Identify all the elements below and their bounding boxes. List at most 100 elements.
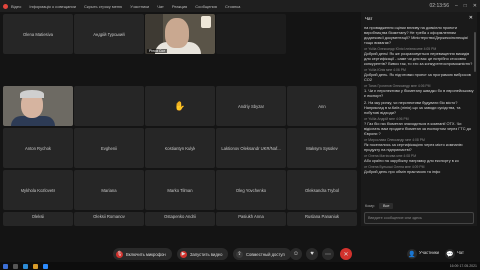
recipient-select[interactable]: Все [378, 203, 394, 209]
participant-name: Pasiukh Anna [238, 214, 264, 219]
participant-name: Maksym Sysolev [306, 145, 338, 151]
browser-icon[interactable] [23, 263, 28, 269]
chat-message: от Yuliia Андрій мне 4:06 PM ? Газ біо г… [364, 117, 474, 136]
participant-name: Laktionov Oleksandr UKR/Naf... [221, 145, 281, 151]
emoji-icon[interactable]: ☺ [290, 248, 302, 260]
recording-status: Відео [3, 3, 21, 9]
participant-tile[interactable]: Oleksii Romanov [74, 212, 144, 226]
chat-header: Чат ✕ [361, 12, 477, 24]
more-icon[interactable]: ⋯ [322, 248, 334, 260]
leave-icon[interactable]: ✕ [340, 248, 352, 260]
participant-tile[interactable]: Pasiukh Anna [216, 212, 286, 226]
participant-tile[interactable]: Ann [287, 86, 357, 126]
participant-name: Ruslana Pananiuk [305, 214, 339, 219]
participant-name: Kostiantyn Kulyk [164, 145, 196, 151]
participant-tile[interactable]: Andriy Sbyzar [216, 86, 286, 126]
message-text: 1. Чи є перспективи у біометану швидко б… [364, 88, 474, 98]
record-dot-icon [3, 3, 8, 9]
participant-name: Andriy Sbyzar [237, 103, 265, 109]
participant-tile[interactable]: Mariana [74, 170, 144, 210]
participant-grid: Olena Matiesiva Андрій Гурський Ріпса Ск… [3, 14, 358, 226]
video-person [20, 90, 44, 98]
message-text: 2. На яку ринку, чи перспективи будувати… [364, 100, 461, 115]
participants-button[interactable]: Участники [419, 250, 439, 255]
maximize-icon[interactable]: □ [464, 3, 467, 9]
chat-input[interactable]: Введите сообщение или здесь [364, 212, 474, 224]
start-video-button[interactable]: ▶ Запустить видео [177, 248, 229, 260]
participant-tile[interactable]: ✋ [145, 86, 215, 126]
share-button[interactable]: ⇪ Совместный доступ [233, 248, 291, 260]
top-bar: Відео Інформація о совещании Скрыть стро… [0, 0, 480, 12]
window-controls: 02:13:56 – □ ✕ [430, 3, 477, 9]
participant-name: Marko Tilman [167, 187, 193, 193]
participant-tile[interactable]: Ostapenko Andrii [145, 212, 215, 226]
participant-tile[interactable]: Marko Tilman [145, 170, 215, 210]
menu-tab-reaction[interactable]: Реакция [172, 4, 187, 9]
minimize-icon[interactable]: – [455, 3, 458, 9]
participant-name: Oleksii Romanov [93, 214, 125, 219]
chat-button[interactable]: Чат [457, 250, 464, 255]
chat-title: Чат [365, 15, 373, 21]
message-text: Добрий день! Як же розраховується переви… [364, 51, 473, 66]
participant-tile[interactable]: Maksym Sysolev [287, 128, 357, 168]
chat-messages[interactable]: на провадження оцінки впливу на довкілля… [361, 25, 477, 199]
participant-name: Ann [318, 103, 326, 109]
share-label: Совместный доступ [246, 251, 285, 257]
chat-message: от Yuliia Олександр Юлія Іллівна мне 4:0… [364, 47, 474, 66]
participant-tile[interactable]: Evghenii [74, 128, 144, 168]
message-text: Або країни на зарубіжну напрямку для екс… [364, 158, 459, 163]
reactions-icon[interactable]: ♥ [306, 248, 318, 260]
close-icon[interactable]: ✕ [473, 3, 477, 9]
clock-time: 16:09 [449, 264, 459, 268]
start-video-label: Запустить видео [190, 251, 223, 257]
meeting-info-button[interactable]: Інформація о совещании [29, 4, 76, 9]
search-icon[interactable] [13, 263, 18, 269]
participant-name: Ріпса Скл [147, 49, 168, 53]
share-icon: ⇪ [236, 250, 243, 258]
participant-tile[interactable]: Oleksandra Trybol [287, 170, 357, 210]
clock-date: 17.05.2021 [459, 264, 477, 268]
chat-message: на провадження оцінки впливу на довкілля… [364, 25, 474, 45]
participant-video-tile[interactable] [3, 86, 73, 126]
participant-tile[interactable]: Андрій Гурський [74, 14, 144, 54]
meeting-time: 02:13:56 [429, 3, 449, 9]
recipient-label: Кому: [365, 204, 375, 208]
participant-tile[interactable]: Oleksii [3, 212, 73, 226]
participant-name: Olena Matiesiva [22, 31, 54, 37]
participant-tile[interactable]: Laktionov Oleksandr UKR/Naf... [216, 128, 286, 168]
menu-tab-parking[interactable]: Стоянка [225, 4, 240, 9]
message-text: Добрий день. Як підготовки проект за про… [364, 72, 471, 82]
start-icon[interactable] [3, 263, 8, 269]
chat-message: от Taras Грогинов Олександр мне 4:06 PM … [364, 84, 474, 98]
zoom-app-icon[interactable] [43, 263, 48, 269]
participant-tile[interactable]: Mykhola Kozlovets [3, 170, 73, 210]
participant-name: Ostapenko Andrii [164, 214, 196, 219]
participant-tile[interactable] [74, 86, 144, 126]
participant-tile[interactable]: Olena Matiesiva [3, 14, 73, 54]
menu-tab-messages[interactable]: Сообщения [195, 4, 217, 9]
chat-scrollbar[interactable] [474, 32, 476, 72]
menu-tab-participants[interactable]: Участники [130, 4, 149, 9]
unmute-button[interactable]: 🎙 Включить микрофон [113, 248, 172, 260]
mic-muted-icon: 🎙 [116, 250, 123, 258]
participant-name: Oleksii [31, 214, 45, 219]
chat-panel: Чат ✕ на провадження оцінки впливу на до… [361, 12, 477, 226]
participant-tile[interactable]: Anton Rychok [3, 128, 73, 168]
close-icon[interactable]: ✕ [469, 15, 473, 21]
message-text: ? Газ біо газ біометан знаходиться в ком… [364, 121, 472, 136]
participant-video-tile[interactable]: Ріпса Скл [145, 14, 215, 54]
participant-tile[interactable]: Ruslana Pananiuk [287, 212, 357, 226]
chat-recipient: Кому: Все [365, 203, 394, 209]
menu-tab-chat[interactable]: Чат [157, 4, 164, 9]
participants-icon[interactable]: 👤 [407, 249, 417, 259]
chat-message: от Yuliia Юлія мне 4:06 PM Добрий день. … [364, 68, 474, 82]
taskbar-clock: 16:09 17.05.2021 [450, 264, 477, 268]
folder-icon[interactable] [33, 263, 38, 269]
chat-message: 2. На яку ринку, чи перспективи будувати… [364, 100, 474, 115]
participant-tile[interactable]: Oleg Yovchenko [216, 170, 286, 210]
chat-icon[interactable]: 💬 [445, 249, 455, 259]
video-background [201, 16, 211, 28]
participant-tile[interactable]: Kostiantyn Kulyk [145, 128, 215, 168]
chat-message: от Олена Бульські Олена мне 4:09 PM Добр… [364, 165, 474, 174]
hide-menu-button[interactable]: Скрыть строку меню [84, 4, 122, 9]
